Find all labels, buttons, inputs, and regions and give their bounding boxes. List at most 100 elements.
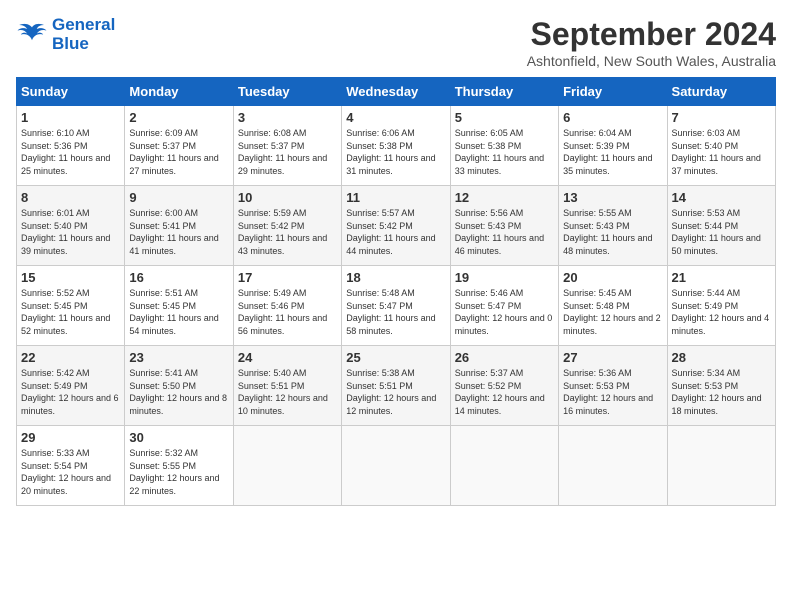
day-number: 1: [21, 110, 120, 125]
day-detail: Sunrise: 5:46 AMSunset: 5:47 PMDaylight:…: [455, 288, 553, 336]
day-detail: Sunrise: 6:10 AMSunset: 5:36 PMDaylight:…: [21, 128, 110, 176]
calendar-cell: 22 Sunrise: 5:42 AMSunset: 5:49 PMDaylig…: [17, 346, 125, 426]
logo-bird-icon: [16, 21, 48, 49]
weekday-header-wednesday: Wednesday: [342, 78, 450, 106]
day-number: 22: [21, 350, 120, 365]
day-number: 28: [672, 350, 771, 365]
day-number: 12: [455, 190, 554, 205]
calendar-cell: 2 Sunrise: 6:09 AMSunset: 5:37 PMDayligh…: [125, 106, 233, 186]
day-number: 17: [238, 270, 337, 285]
day-detail: Sunrise: 5:55 AMSunset: 5:43 PMDaylight:…: [563, 208, 652, 256]
weekday-header-sunday: Sunday: [17, 78, 125, 106]
day-detail: Sunrise: 5:40 AMSunset: 5:51 PMDaylight:…: [238, 368, 328, 416]
calendar-cell: 17 Sunrise: 5:49 AMSunset: 5:46 PMDaylig…: [233, 266, 341, 346]
day-detail: Sunrise: 5:52 AMSunset: 5:45 PMDaylight:…: [21, 288, 110, 336]
day-detail: Sunrise: 5:33 AMSunset: 5:54 PMDaylight:…: [21, 448, 111, 496]
weekday-header-thursday: Thursday: [450, 78, 558, 106]
calendar-cell: 11 Sunrise: 5:57 AMSunset: 5:42 PMDaylig…: [342, 186, 450, 266]
calendar-cell: 4 Sunrise: 6:06 AMSunset: 5:38 PMDayligh…: [342, 106, 450, 186]
calendar-cell: 28 Sunrise: 5:34 AMSunset: 5:53 PMDaylig…: [667, 346, 775, 426]
day-number: 19: [455, 270, 554, 285]
day-number: 6: [563, 110, 662, 125]
calendar-cell: 20 Sunrise: 5:45 AMSunset: 5:48 PMDaylig…: [559, 266, 667, 346]
day-number: 23: [129, 350, 228, 365]
calendar-cell: 5 Sunrise: 6:05 AMSunset: 5:38 PMDayligh…: [450, 106, 558, 186]
calendar-cell: 24 Sunrise: 5:40 AMSunset: 5:51 PMDaylig…: [233, 346, 341, 426]
day-number: 5: [455, 110, 554, 125]
day-number: 27: [563, 350, 662, 365]
calendar-week-row: 29 Sunrise: 5:33 AMSunset: 5:54 PMDaylig…: [17, 426, 776, 506]
calendar-cell: [559, 426, 667, 506]
logo-text: General Blue: [52, 16, 115, 53]
calendar-cell: [233, 426, 341, 506]
day-number: 8: [21, 190, 120, 205]
day-number: 11: [346, 190, 445, 205]
calendar-cell: 6 Sunrise: 6:04 AMSunset: 5:39 PMDayligh…: [559, 106, 667, 186]
day-number: 2: [129, 110, 228, 125]
day-detail: Sunrise: 5:57 AMSunset: 5:42 PMDaylight:…: [346, 208, 435, 256]
day-detail: Sunrise: 5:44 AMSunset: 5:49 PMDaylight:…: [672, 288, 770, 336]
day-number: 4: [346, 110, 445, 125]
calendar-cell: 15 Sunrise: 5:52 AMSunset: 5:45 PMDaylig…: [17, 266, 125, 346]
day-detail: Sunrise: 5:37 AMSunset: 5:52 PMDaylight:…: [455, 368, 545, 416]
day-number: 20: [563, 270, 662, 285]
calendar-cell: 12 Sunrise: 5:56 AMSunset: 5:43 PMDaylig…: [450, 186, 558, 266]
day-number: 10: [238, 190, 337, 205]
day-detail: Sunrise: 6:09 AMSunset: 5:37 PMDaylight:…: [129, 128, 218, 176]
calendar-cell: [667, 426, 775, 506]
day-number: 7: [672, 110, 771, 125]
calendar-cell: 10 Sunrise: 5:59 AMSunset: 5:42 PMDaylig…: [233, 186, 341, 266]
calendar-week-row: 15 Sunrise: 5:52 AMSunset: 5:45 PMDaylig…: [17, 266, 776, 346]
calendar-cell: 26 Sunrise: 5:37 AMSunset: 5:52 PMDaylig…: [450, 346, 558, 426]
calendar-week-row: 1 Sunrise: 6:10 AMSunset: 5:36 PMDayligh…: [17, 106, 776, 186]
calendar-table: SundayMondayTuesdayWednesdayThursdayFrid…: [16, 77, 776, 506]
weekday-header-saturday: Saturday: [667, 78, 775, 106]
day-detail: Sunrise: 5:32 AMSunset: 5:55 PMDaylight:…: [129, 448, 219, 496]
day-number: 21: [672, 270, 771, 285]
month-title: September 2024: [527, 16, 776, 53]
day-detail: Sunrise: 5:41 AMSunset: 5:50 PMDaylight:…: [129, 368, 227, 416]
day-detail: Sunrise: 6:06 AMSunset: 5:38 PMDaylight:…: [346, 128, 435, 176]
day-number: 3: [238, 110, 337, 125]
day-number: 14: [672, 190, 771, 205]
day-detail: Sunrise: 6:00 AMSunset: 5:41 PMDaylight:…: [129, 208, 218, 256]
day-detail: Sunrise: 6:08 AMSunset: 5:37 PMDaylight:…: [238, 128, 327, 176]
day-number: 9: [129, 190, 228, 205]
day-detail: Sunrise: 5:42 AMSunset: 5:49 PMDaylight:…: [21, 368, 119, 416]
day-detail: Sunrise: 5:49 AMSunset: 5:46 PMDaylight:…: [238, 288, 327, 336]
day-number: 25: [346, 350, 445, 365]
calendar-cell: 7 Sunrise: 6:03 AMSunset: 5:40 PMDayligh…: [667, 106, 775, 186]
calendar-week-row: 22 Sunrise: 5:42 AMSunset: 5:49 PMDaylig…: [17, 346, 776, 426]
day-number: 15: [21, 270, 120, 285]
calendar-cell: 21 Sunrise: 5:44 AMSunset: 5:49 PMDaylig…: [667, 266, 775, 346]
calendar-cell: 18 Sunrise: 5:48 AMSunset: 5:47 PMDaylig…: [342, 266, 450, 346]
day-detail: Sunrise: 5:48 AMSunset: 5:47 PMDaylight:…: [346, 288, 435, 336]
day-detail: Sunrise: 5:45 AMSunset: 5:48 PMDaylight:…: [563, 288, 661, 336]
calendar-cell: 9 Sunrise: 6:00 AMSunset: 5:41 PMDayligh…: [125, 186, 233, 266]
calendar-cell: 30 Sunrise: 5:32 AMSunset: 5:55 PMDaylig…: [125, 426, 233, 506]
calendar-cell: 16 Sunrise: 5:51 AMSunset: 5:45 PMDaylig…: [125, 266, 233, 346]
day-number: 30: [129, 430, 228, 445]
location-subtitle: Ashtonfield, New South Wales, Australia: [527, 53, 776, 69]
page-header: General Blue September 2024 Ashtonfield,…: [16, 16, 776, 69]
day-detail: Sunrise: 5:51 AMSunset: 5:45 PMDaylight:…: [129, 288, 218, 336]
weekday-header-friday: Friday: [559, 78, 667, 106]
calendar-cell: 8 Sunrise: 6:01 AMSunset: 5:40 PMDayligh…: [17, 186, 125, 266]
day-detail: Sunrise: 6:01 AMSunset: 5:40 PMDaylight:…: [21, 208, 110, 256]
title-section: September 2024 Ashtonfield, New South Wa…: [527, 16, 776, 69]
logo: General Blue: [16, 16, 115, 53]
day-detail: Sunrise: 6:05 AMSunset: 5:38 PMDaylight:…: [455, 128, 544, 176]
calendar-cell: 3 Sunrise: 6:08 AMSunset: 5:37 PMDayligh…: [233, 106, 341, 186]
day-detail: Sunrise: 5:38 AMSunset: 5:51 PMDaylight:…: [346, 368, 436, 416]
day-detail: Sunrise: 6:04 AMSunset: 5:39 PMDaylight:…: [563, 128, 652, 176]
day-number: 26: [455, 350, 554, 365]
weekday-header-row: SundayMondayTuesdayWednesdayThursdayFrid…: [17, 78, 776, 106]
calendar-week-row: 8 Sunrise: 6:01 AMSunset: 5:40 PMDayligh…: [17, 186, 776, 266]
weekday-header-tuesday: Tuesday: [233, 78, 341, 106]
calendar-cell: [450, 426, 558, 506]
day-detail: Sunrise: 5:59 AMSunset: 5:42 PMDaylight:…: [238, 208, 327, 256]
weekday-header-monday: Monday: [125, 78, 233, 106]
calendar-cell: 1 Sunrise: 6:10 AMSunset: 5:36 PMDayligh…: [17, 106, 125, 186]
calendar-cell: 23 Sunrise: 5:41 AMSunset: 5:50 PMDaylig…: [125, 346, 233, 426]
day-number: 24: [238, 350, 337, 365]
